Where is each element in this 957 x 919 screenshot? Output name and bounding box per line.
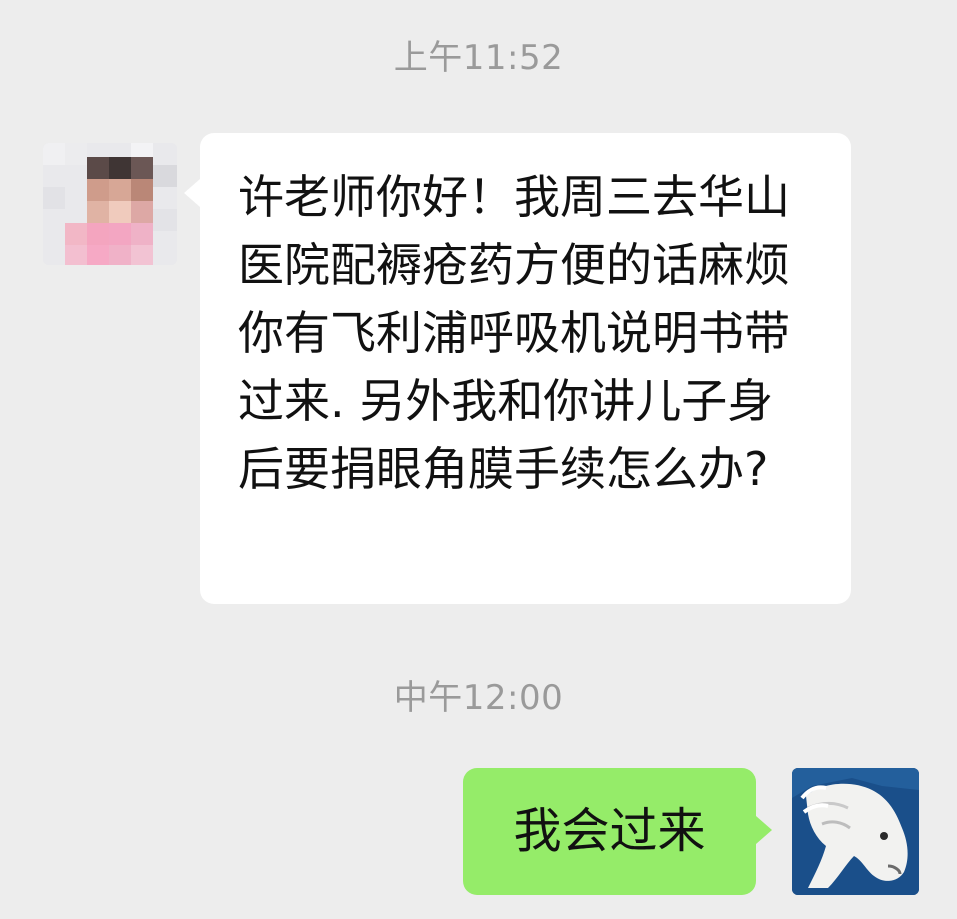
timestamp: 中午12:00	[393, 678, 564, 718]
outgoing-message-bubble[interactable]: 我会过来	[463, 768, 772, 895]
contact-avatar[interactable]	[43, 143, 177, 265]
message-text: 我会过来	[513, 803, 706, 859]
message-text: 许老师你好！我周三去华山医院配褥疮药方便的话麻烦你有飞利浦呼吸机说明书带过来. …	[238, 170, 790, 496]
horse-avatar-icon	[792, 768, 919, 895]
timestamp: 上午11:52	[393, 38, 564, 78]
incoming-message-bubble[interactable]: 许老师你好！我周三去华山医院配褥疮药方便的话麻烦你有飞利浦呼吸机说明书带过来. …	[184, 133, 851, 604]
blurred-avatar-icon	[43, 143, 177, 265]
my-avatar[interactable]	[792, 768, 919, 895]
